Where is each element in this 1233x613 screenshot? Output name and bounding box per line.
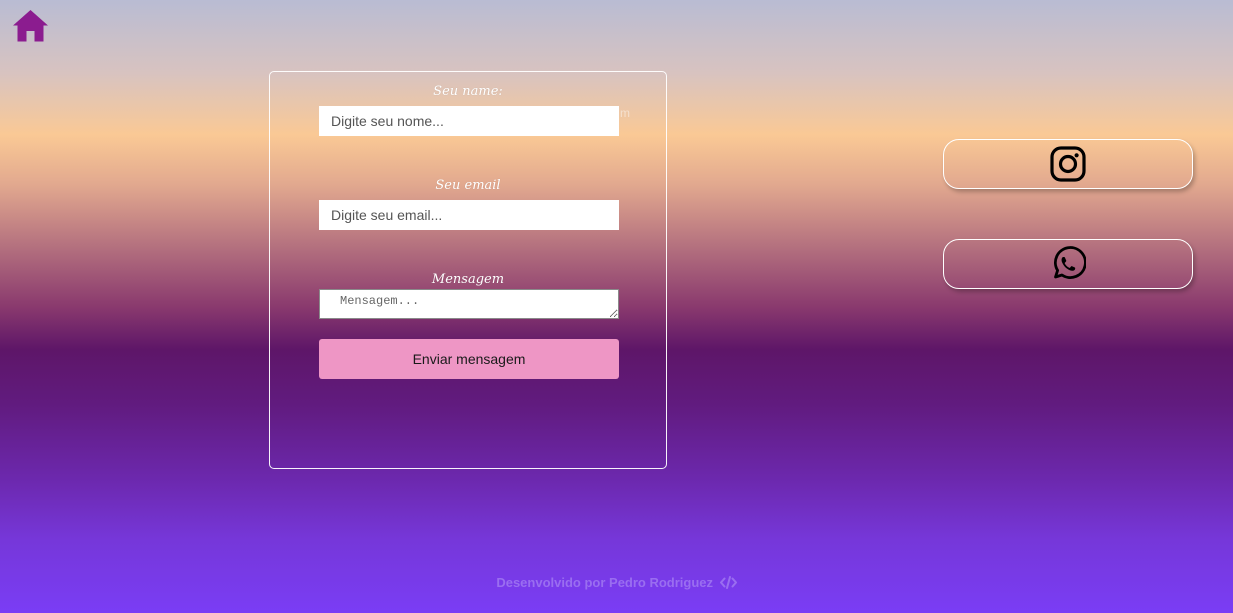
message-label: Mensagem <box>431 272 505 287</box>
instagram-button[interactable] <box>943 139 1193 189</box>
email-label: Seu email <box>435 178 501 193</box>
send-message-button[interactable]: Enviar mensagem <box>319 339 619 379</box>
footer: Desenvolvido por Pedro Rodriguez <box>0 575 1233 590</box>
ghost-text: m <box>620 106 630 120</box>
instagram-icon <box>1050 146 1086 182</box>
code-icon <box>719 576 737 589</box>
home-button[interactable] <box>12 9 49 43</box>
message-textarea[interactable] <box>319 289 619 319</box>
whatsapp-button[interactable] <box>943 239 1193 289</box>
email-input[interactable] <box>319 200 619 230</box>
home-icon <box>13 10 48 42</box>
name-input[interactable] <box>319 106 619 136</box>
whatsapp-icon <box>1054 246 1086 279</box>
name-label: Seu name: <box>433 84 503 99</box>
contact-form: Seu name: m Seu email Mensagem Enviar me… <box>269 71 667 469</box>
footer-credit: Desenvolvido por Pedro Rodriguez <box>496 575 714 590</box>
